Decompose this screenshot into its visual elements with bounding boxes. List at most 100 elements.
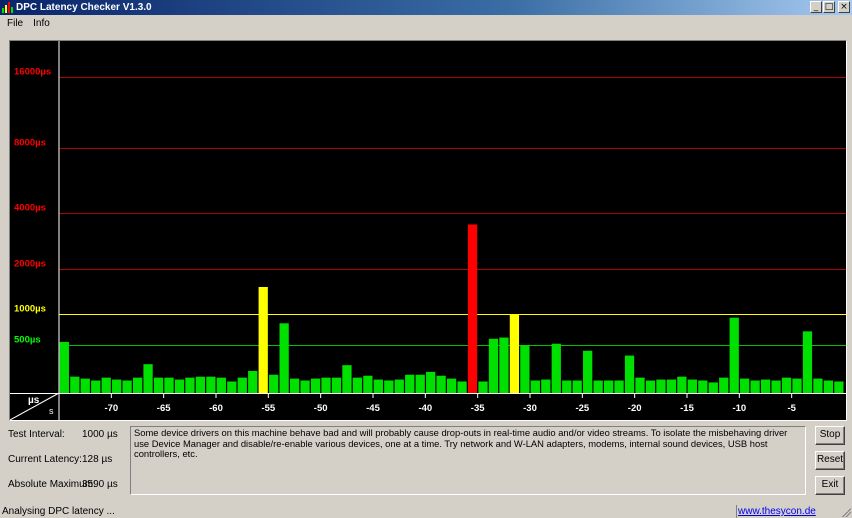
menu-info[interactable]: Info [28, 16, 55, 32]
y-tick-label-1: 8000µs [14, 138, 46, 149]
latency-bar [101, 377, 111, 393]
latency-bar [227, 381, 237, 393]
y-axis-unit-label: µs [28, 395, 40, 406]
x-tick-label-11: -15 [680, 403, 694, 414]
latency-bar [834, 381, 844, 393]
latency-bar [708, 382, 718, 393]
x-tick-label-3: -55 [261, 403, 275, 414]
test-interval-label: Test Interval: [8, 429, 65, 440]
website-link[interactable]: www.thesycon.de [738, 506, 816, 517]
stop-button[interactable]: Stop [815, 426, 845, 445]
latency-bar [656, 379, 666, 393]
latency-bar [310, 378, 321, 393]
latency-bar [792, 378, 802, 393]
status-text: Analysing DPC latency ... [2, 506, 115, 517]
latency-bar [269, 374, 279, 393]
latency-bar [122, 380, 132, 393]
latency-bar [488, 338, 499, 393]
latency-bar [687, 379, 697, 393]
latency-bar [415, 374, 425, 393]
latency-bar [436, 375, 446, 393]
latency-bar [446, 378, 457, 393]
latency-bar [614, 380, 624, 393]
latency-bar [373, 379, 383, 393]
latency-bar [603, 380, 614, 393]
exit-button[interactable]: Exit [815, 476, 845, 495]
latency-bar [174, 379, 185, 393]
absolute-maximum-value: 3590 µs [82, 479, 118, 490]
latency-bar [677, 376, 687, 393]
latency-bar [698, 380, 708, 393]
x-tick-label-12: -10 [732, 403, 746, 414]
latency-bar [237, 377, 247, 393]
reset-button[interactable]: Reset [815, 451, 845, 470]
latency-bar [750, 380, 760, 393]
y-tick-label-5: 500µs [14, 335, 41, 346]
latency-bar [467, 224, 478, 393]
latency-bar [363, 375, 373, 393]
latency-bar [583, 350, 593, 393]
latency-bar [342, 365, 352, 393]
latency-bar [394, 379, 404, 393]
latency-bar [740, 378, 750, 393]
latency-chart: 16000µs 8000µs 4000µs 2000µs 1000µs 500µs µss -… [10, 41, 846, 420]
latency-bar [457, 381, 467, 393]
latency-bar [195, 376, 206, 393]
app-icon [2, 2, 13, 13]
x-tick-label-5: -45 [366, 403, 380, 414]
menu-file[interactable]: File [2, 16, 28, 32]
latency-bar [279, 323, 289, 393]
x-tick-label-2: -60 [209, 403, 223, 414]
y-tick-label-2: 4000µs [14, 203, 46, 214]
x-tick-label-13: -5 [787, 403, 796, 414]
latency-bar [59, 341, 69, 393]
title-bar: DPC Latency Checker V1.3.0 _ □ × [0, 0, 852, 15]
latency-bar [352, 377, 363, 393]
current-latency-value: 128 µs [82, 454, 113, 465]
x-tick-label-1: -65 [157, 403, 171, 414]
diagnosis-message: Some device drivers on this machine beha… [130, 426, 806, 495]
latency-bar [206, 376, 216, 393]
latency-bar [112, 379, 122, 393]
status-link-panel: www.thesycon.de [736, 505, 838, 518]
latency-bar [289, 378, 300, 393]
menu-bar: File Info [0, 15, 852, 33]
resize-grip[interactable] [841, 507, 851, 517]
latency-bar [153, 377, 164, 393]
latency-bar [802, 331, 813, 393]
minimize-button[interactable]: _ [810, 1, 822, 13]
latency-bar [813, 378, 823, 393]
latency-bar [300, 380, 310, 393]
latency-bar [80, 378, 90, 393]
status-bar: Analysing DPC latency ... www.thesycon.d… [0, 505, 852, 518]
latency-bar [405, 374, 415, 393]
latency-bar [645, 380, 656, 393]
y-tick-label-4: 1000µs [14, 304, 46, 315]
latency-bar [384, 380, 394, 393]
latency-chart-frame: 16000µs 8000µs 4000µs 2000µs 1000µs 500µs µs s -… [9, 40, 847, 421]
latency-bar [823, 380, 834, 393]
latency-bar [666, 379, 677, 393]
latency-bar [258, 287, 268, 393]
latency-bar [520, 345, 530, 393]
latency-bar [593, 380, 603, 393]
latency-bar [624, 355, 635, 393]
latency-bar [771, 380, 781, 393]
latency-bar [164, 377, 174, 393]
y-tick-label-3: 2000µs [14, 259, 46, 270]
latency-bar [509, 314, 520, 393]
latency-bar [572, 380, 582, 393]
close-button[interactable]: × [838, 1, 850, 13]
latency-bar [331, 377, 342, 393]
maximize-button[interactable]: □ [823, 1, 835, 13]
latency-bar [541, 379, 551, 393]
y-tick-label-0: 16000µs [14, 67, 51, 78]
x-tick-label-10: -20 [628, 403, 642, 414]
x-tick-label-6: -40 [418, 403, 432, 414]
latency-bar [132, 377, 143, 393]
latency-bar [551, 343, 561, 393]
latency-bar [635, 377, 645, 393]
x-tick-label-9: -25 [575, 403, 589, 414]
x-tick-label-0: -70 [104, 403, 118, 414]
latency-bar [216, 377, 226, 393]
